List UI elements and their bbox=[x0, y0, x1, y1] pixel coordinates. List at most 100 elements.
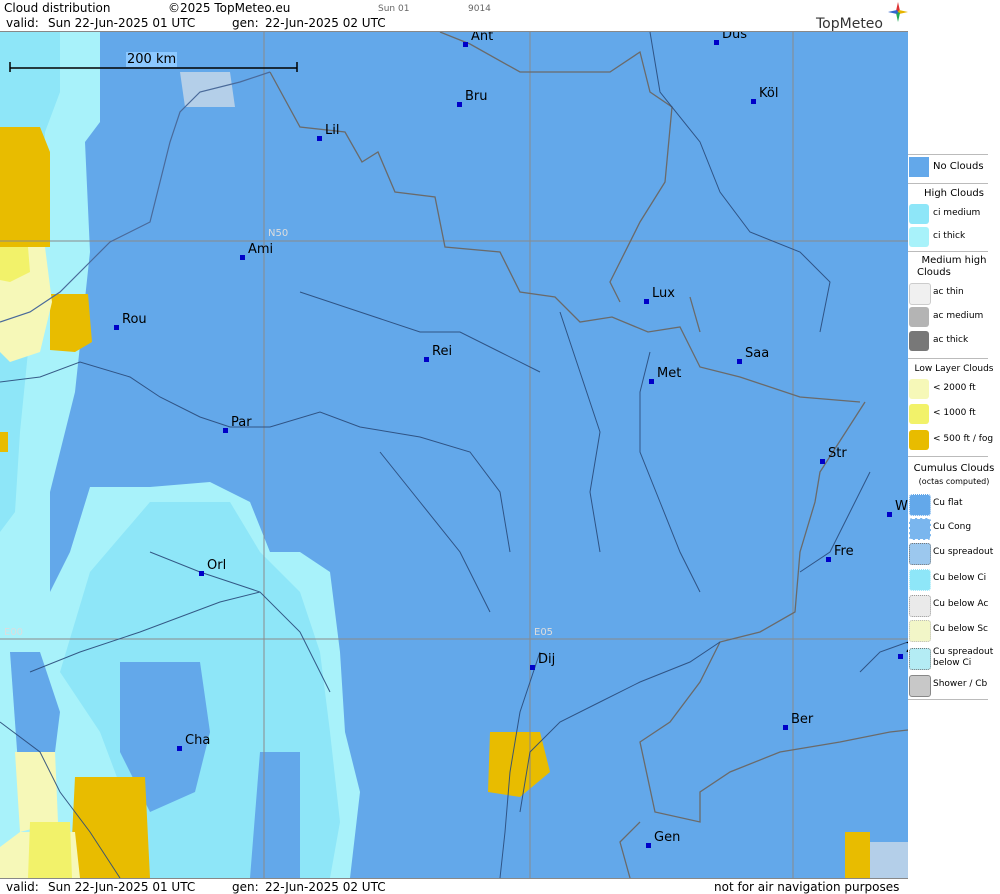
legend-divider bbox=[908, 154, 988, 155]
valid-time: Sun 22-Jun-2025 01 UTC bbox=[48, 16, 196, 30]
swatch-no-clouds bbox=[909, 157, 929, 177]
footer-gen-label: gen: bbox=[232, 880, 259, 894]
footer-gen-time: 22-Jun-2025 02 UTC bbox=[265, 880, 386, 894]
legend-label: ci thick bbox=[933, 231, 966, 241]
legend-label: ac thin bbox=[933, 287, 964, 297]
legend-ac-thick: ac thick bbox=[908, 330, 1000, 352]
code-num: 9014 bbox=[468, 4, 491, 14]
scale-label: 200 km bbox=[126, 52, 178, 67]
legend-panel: No Clouds High Clouds ci medium ci thick… bbox=[908, 32, 1000, 893]
legend-low-heading: Low Layer Clouds bbox=[914, 364, 994, 374]
legend-divider bbox=[908, 183, 988, 184]
grid-label-e05: E05 bbox=[534, 627, 554, 638]
legend-low-500: < 500 ft / fog bbox=[908, 429, 1000, 451]
swatch-low-2000 bbox=[909, 379, 929, 399]
legend-label: Cu Cong bbox=[933, 522, 972, 532]
legend-divider bbox=[908, 456, 988, 457]
city-label: Gen bbox=[654, 830, 681, 845]
legend-divider bbox=[908, 699, 988, 700]
swatch-low-1000 bbox=[909, 404, 929, 424]
legend-low-2000: < 2000 ft bbox=[908, 378, 1000, 400]
legend-cu-below-sc: Cu below Sc bbox=[908, 619, 1000, 642]
cloud-map[interactable]: 200 km N50 E00 E05 Ant Düs Bru Köl Lil A… bbox=[0, 32, 908, 878]
map-header: Cloud distribution ©2025 TopMeteo.eu Sun… bbox=[0, 0, 908, 32]
city-label: Par bbox=[231, 415, 252, 430]
valid-label: valid: bbox=[6, 16, 39, 30]
swatch-ac-thick bbox=[909, 331, 929, 351]
city-label: Saa bbox=[745, 346, 770, 361]
swatch-ac-medium bbox=[909, 307, 929, 327]
swatch-cu-spreadout-below-ci bbox=[909, 648, 931, 670]
legend-label: ac medium bbox=[933, 311, 984, 321]
swatch-shower-cb bbox=[909, 675, 931, 697]
legend-cu-subheading: (octas computed) bbox=[918, 477, 990, 486]
legend-cu-below-ac: Cu below Ac bbox=[908, 594, 1000, 617]
gen-time: 22-Jun-2025 02 UTC bbox=[265, 16, 386, 30]
footer-valid-time: Sun 22-Jun-2025 01 UTC bbox=[48, 880, 196, 894]
legend-label: < 500 ft / fog bbox=[933, 434, 994, 444]
city-label: Rou bbox=[122, 312, 147, 327]
legend-cu-heading: Cumulus Clouds bbox=[913, 463, 995, 474]
grid-label-n50: N50 bbox=[268, 228, 289, 239]
grid-label-e00: E00 bbox=[4, 627, 24, 638]
legend-label: ac thick bbox=[933, 335, 969, 345]
legend-high-heading: High Clouds bbox=[924, 188, 984, 199]
swatch-cu-below-ac bbox=[909, 595, 931, 617]
legend-label: Cu below Sc bbox=[933, 624, 988, 634]
compass-logo-icon bbox=[888, 2, 908, 22]
swatch-cu-cong bbox=[909, 518, 931, 540]
copyright: ©2025 TopMeteo.eu bbox=[168, 1, 291, 15]
legend-label: ci medium bbox=[933, 208, 981, 218]
code-day: Sun 01 bbox=[378, 4, 410, 14]
swatch-cu-flat bbox=[909, 494, 931, 516]
legend-label: Cu below Ac bbox=[933, 599, 989, 609]
legend-label: Cu spreadout bbox=[933, 647, 994, 657]
city-label: Bru bbox=[465, 89, 488, 104]
legend-low-1000: < 1000 ft bbox=[908, 403, 1000, 425]
city-label: Rei bbox=[432, 344, 453, 359]
swatch-cu-below-ci bbox=[909, 569, 931, 591]
legend-label: Cu spreadout bbox=[933, 547, 994, 557]
city-label: Met bbox=[657, 366, 682, 381]
legend-shower-cb: Shower / Cb bbox=[908, 674, 1000, 697]
swatch-ac-thin bbox=[909, 283, 931, 305]
legend-divider bbox=[908, 358, 988, 359]
swatch-ci-thick bbox=[909, 227, 929, 247]
legend-label: Cu below Ci bbox=[933, 573, 987, 583]
city-label: Lux bbox=[652, 286, 675, 301]
legend-cu-below-ci: Cu below Ci bbox=[908, 568, 1000, 591]
legend-cu-spreadout-below-ci: Cu spreadout below Ci bbox=[908, 644, 1000, 672]
city-label: Cha bbox=[185, 733, 211, 748]
map-canvas bbox=[0, 32, 908, 878]
city-label: Köl bbox=[759, 86, 779, 101]
city-label: Dij bbox=[538, 652, 556, 667]
city-label: Orl bbox=[207, 558, 227, 573]
legend-label: No Clouds bbox=[933, 161, 984, 172]
legend-ac-medium: ac medium bbox=[908, 306, 1000, 328]
city-label: W bbox=[895, 499, 908, 514]
legend-label: Shower / Cb bbox=[933, 679, 988, 689]
swatch-cu-below-sc bbox=[909, 620, 931, 642]
city-label: Lil bbox=[325, 123, 340, 138]
legend-ci-thick: ci thick bbox=[908, 226, 1000, 248]
legend-ac-thin: ac thin bbox=[908, 282, 1000, 305]
country-borders bbox=[269, 32, 908, 878]
swatch-cu-spreadout bbox=[909, 543, 931, 565]
legend-cu-flat: Cu flat bbox=[908, 493, 1000, 516]
swatch-ci-medium bbox=[909, 204, 929, 224]
legend-no-clouds: No Clouds bbox=[908, 156, 1000, 178]
legend-medium-heading-2: Clouds bbox=[917, 267, 951, 278]
legend-label: < 2000 ft bbox=[933, 383, 976, 393]
legend-cu-cong: Cu Cong bbox=[908, 517, 1000, 540]
city-label: Str bbox=[828, 446, 847, 461]
city-label: Ami bbox=[248, 242, 274, 257]
legend-label: below Ci bbox=[933, 658, 972, 668]
legend-label: Cu flat bbox=[933, 498, 963, 508]
gen-label: gen: bbox=[232, 16, 259, 30]
legend-ci-medium: ci medium bbox=[908, 203, 1000, 225]
swatch-low-500 bbox=[909, 430, 929, 450]
legend-medium-heading: Medium high bbox=[921, 255, 987, 266]
legend-divider bbox=[908, 251, 988, 252]
map-footer: valid: Sun 22-Jun-2025 01 UTC gen: 22-Ju… bbox=[0, 878, 908, 894]
legend-cu-spreadout: Cu spreadout bbox=[908, 542, 1000, 565]
